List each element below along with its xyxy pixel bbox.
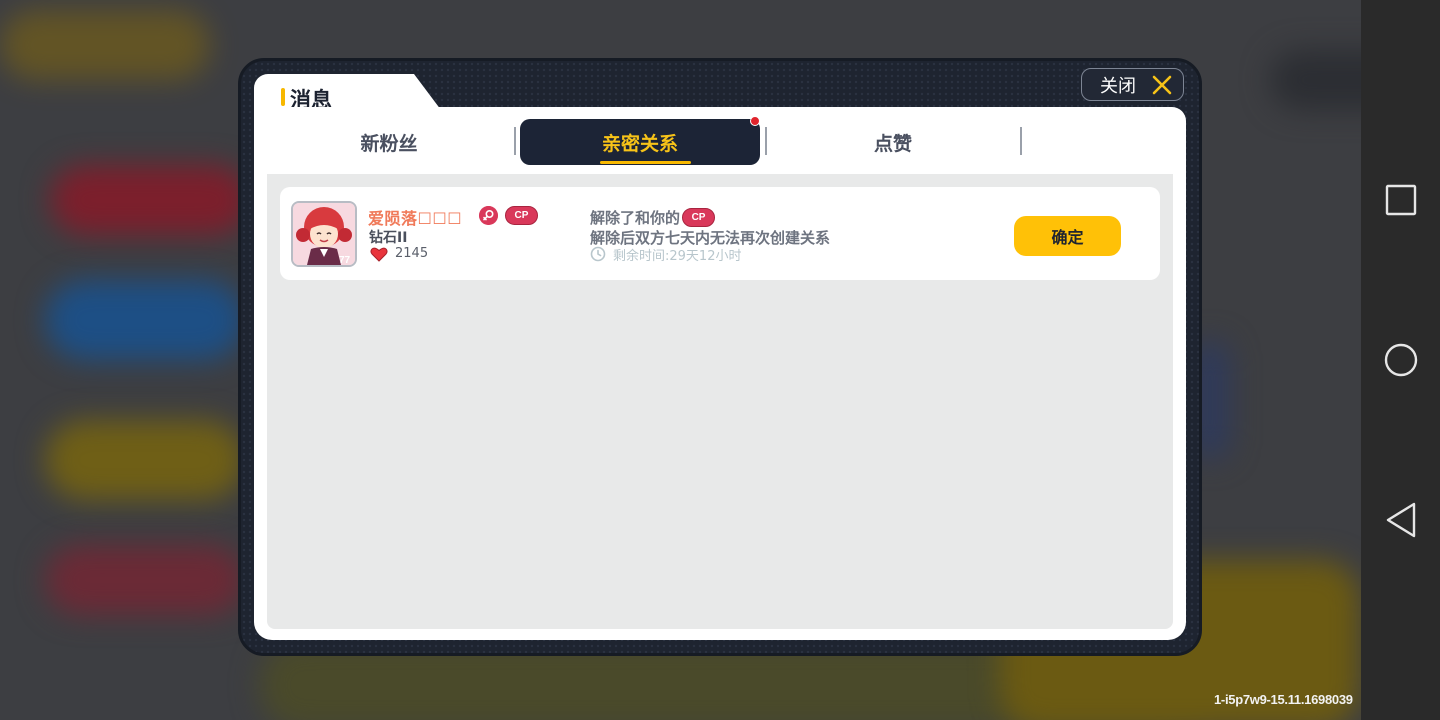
remaining-time: 剩余时间:29天12小时 (613, 249, 742, 264)
avatar[interactable]: 77 (291, 201, 357, 267)
tab-likes[interactable]: 点赞 (766, 119, 1020, 165)
notification-dot (750, 116, 760, 126)
username[interactable]: 爱陨落☐☐☐ (368, 205, 462, 229)
female-icon (479, 206, 498, 225)
message-text: 解除了和你的 (590, 209, 681, 227)
back-button[interactable] (1361, 490, 1440, 550)
cp-badge: CP (682, 208, 716, 227)
tab-divider (1020, 127, 1022, 155)
back-triangle-icon (1386, 502, 1415, 538)
close-button[interactable]: 关闭 (1081, 68, 1184, 101)
system-nav-bar (1361, 0, 1440, 720)
tab-divider (514, 127, 516, 155)
circle-icon (1384, 343, 1417, 377)
heart-count: 2145 (395, 246, 429, 261)
build-id-label: 1-i5p7w9-15.11.1698039 (1214, 692, 1353, 707)
recent-apps-button[interactable] (1361, 170, 1440, 230)
clock-icon (590, 246, 606, 262)
confirm-button[interactable]: 确定 (1014, 216, 1121, 256)
title-accent-bar (281, 88, 285, 106)
cp-badge: CP (505, 206, 538, 225)
svg-text:77: 77 (339, 255, 351, 265)
active-tab-underline (600, 161, 691, 164)
message-line-1: 解除了和你的 CP (590, 207, 716, 228)
tab-intimate-relations[interactable]: 亲密关系 (520, 119, 760, 165)
rank-label: 钻石II (369, 230, 408, 246)
close-button-label: 关闭 (1100, 75, 1136, 97)
tab-new-fans[interactable]: 新粉丝 (264, 119, 514, 165)
avatar-portrait-icon: 77 (293, 203, 355, 265)
close-icon (1152, 75, 1172, 95)
square-icon (1385, 184, 1416, 216)
tab-bar: 新粉丝 亲密关系 点赞 (254, 107, 1186, 174)
heart-icon (370, 247, 388, 262)
home-button[interactable] (1361, 330, 1440, 390)
